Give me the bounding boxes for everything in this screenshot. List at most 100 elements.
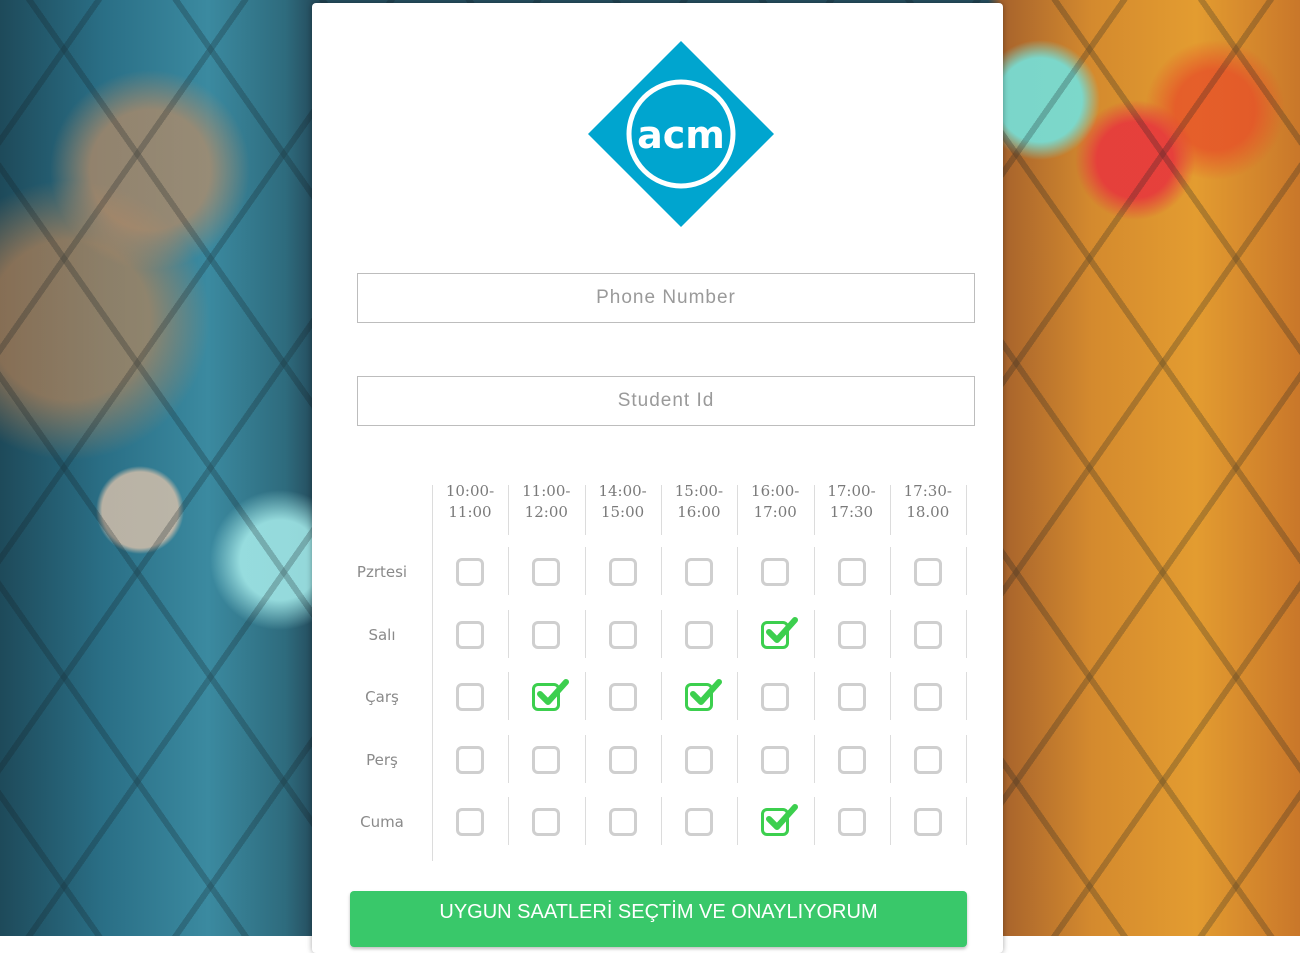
column-divider xyxy=(660,609,662,658)
time-slot-label: 16:00- xyxy=(751,482,800,500)
slot-checkbox[interactable] xyxy=(761,683,790,711)
time-slot-header: 14:00- 15:00 xyxy=(585,481,661,523)
slot-checkbox[interactable] xyxy=(684,558,713,586)
column-divider xyxy=(508,672,510,720)
slot-checkbox[interactable] xyxy=(913,745,942,774)
column-divider xyxy=(966,672,968,720)
column-divider xyxy=(813,547,815,595)
column-divider xyxy=(660,672,662,720)
time-slot-label: 14:00- xyxy=(598,482,647,500)
column-divider xyxy=(584,672,586,720)
submit-button[interactable]: UYGUN SAATLERİ SEÇTİM VE ONAYLIYORUM xyxy=(350,891,967,947)
time-slot-label: 18.00 xyxy=(906,503,950,521)
column-divider xyxy=(889,547,891,595)
slot-checkbox[interactable] xyxy=(913,620,942,649)
column-divider xyxy=(813,672,815,720)
column-divider xyxy=(737,547,739,595)
column-divider xyxy=(508,609,510,658)
acm-logo: acm xyxy=(588,41,774,227)
time-slot-header: 11:00- 12:00 xyxy=(508,481,584,523)
check-icon xyxy=(766,804,799,830)
column-divider xyxy=(737,672,739,720)
slot-checkbox[interactable] xyxy=(684,745,713,774)
time-slot-label: 15:00- xyxy=(674,482,724,500)
column-divider xyxy=(584,734,586,783)
phone-number-input[interactable] xyxy=(357,273,975,323)
time-slot-header: 15:00- 16:00 xyxy=(661,481,737,523)
slot-checkbox[interactable] xyxy=(608,745,637,774)
day-label: Çarş xyxy=(365,688,399,706)
slot-checkbox[interactable] xyxy=(608,808,637,836)
day-label: Salı xyxy=(368,625,396,644)
slot-checkbox[interactable] xyxy=(684,620,713,649)
column-divider xyxy=(966,797,968,845)
slot-checkbox[interactable] xyxy=(456,620,484,649)
time-slot-label: 17:30 xyxy=(829,503,874,521)
slot-checkbox[interactable] xyxy=(532,679,570,711)
slot-checkbox[interactable] xyxy=(684,808,713,836)
time-slot-header: 16:00- 17:00 xyxy=(737,481,813,523)
column-divider xyxy=(660,734,662,783)
time-slot-header: 17:30- 18.00 xyxy=(890,481,966,523)
column-divider xyxy=(508,734,510,783)
column-divider xyxy=(432,485,433,861)
slot-checkbox[interactable] xyxy=(684,679,722,711)
slot-checkbox[interactable] xyxy=(532,558,561,586)
column-divider xyxy=(966,485,968,535)
slot-checkbox[interactable] xyxy=(608,558,637,586)
slot-checkbox[interactable] xyxy=(532,620,561,649)
column-divider xyxy=(737,609,739,658)
slot-checkbox[interactable] xyxy=(532,808,561,836)
day-label: Perş xyxy=(366,750,398,769)
check-icon xyxy=(766,616,799,643)
day-label: Pzrtesi xyxy=(356,563,408,581)
column-divider xyxy=(813,609,815,658)
time-slot-label: 12:00 xyxy=(524,503,568,521)
column-divider xyxy=(813,797,815,845)
time-slot-header: 17:00- 17:30 xyxy=(814,481,890,523)
time-slot-label: 11:00- xyxy=(522,482,571,500)
slot-checkbox[interactable] xyxy=(837,683,866,711)
column-divider xyxy=(584,609,586,658)
slot-checkbox[interactable] xyxy=(456,745,484,774)
slot-checkbox[interactable] xyxy=(761,558,790,586)
column-divider xyxy=(813,734,815,783)
slot-checkbox[interactable] xyxy=(837,558,866,586)
column-divider xyxy=(660,547,662,595)
time-slot-label: 17:30- xyxy=(903,482,952,500)
column-divider xyxy=(737,797,739,845)
slot-checkbox[interactable] xyxy=(837,745,866,774)
slot-checkbox[interactable] xyxy=(837,620,866,649)
slot-checkbox[interactable] xyxy=(913,683,942,711)
slot-checkbox[interactable] xyxy=(761,745,790,774)
slot-checkbox[interactable] xyxy=(456,683,484,711)
slot-checkbox[interactable] xyxy=(456,808,484,836)
slot-checkbox[interactable] xyxy=(532,745,561,774)
column-divider xyxy=(508,797,510,845)
column-divider xyxy=(889,609,891,658)
column-divider xyxy=(966,609,968,658)
column-divider xyxy=(660,797,662,845)
column-divider xyxy=(508,547,510,595)
student-id-input[interactable] xyxy=(357,376,975,426)
check-icon xyxy=(689,679,722,705)
slot-checkbox[interactable] xyxy=(913,558,942,586)
time-slot-label: 16:00 xyxy=(677,503,721,521)
form-card: acm 10:00- 11:00 11:00- 12:00 14:00- 15:00 15:… xyxy=(312,3,1003,953)
slot-checkbox[interactable] xyxy=(837,808,866,836)
slot-checkbox[interactable] xyxy=(608,620,637,649)
slot-checkbox[interactable] xyxy=(761,616,799,649)
time-slot-header: 10:00- 11:00 xyxy=(432,481,508,523)
time-slot-label: 15:00 xyxy=(600,503,645,521)
slot-checkbox[interactable] xyxy=(456,558,484,586)
column-divider xyxy=(737,734,739,783)
time-slot-label: 17:00 xyxy=(753,503,797,521)
time-slot-label: 10:00- xyxy=(445,482,495,500)
column-divider xyxy=(966,547,968,595)
column-divider xyxy=(966,734,968,783)
check-icon xyxy=(537,679,570,705)
slot-checkbox[interactable] xyxy=(913,808,942,836)
slot-checkbox[interactable] xyxy=(761,804,799,836)
slot-checkbox[interactable] xyxy=(608,683,637,711)
time-slot-label: 17:00- xyxy=(827,482,876,500)
